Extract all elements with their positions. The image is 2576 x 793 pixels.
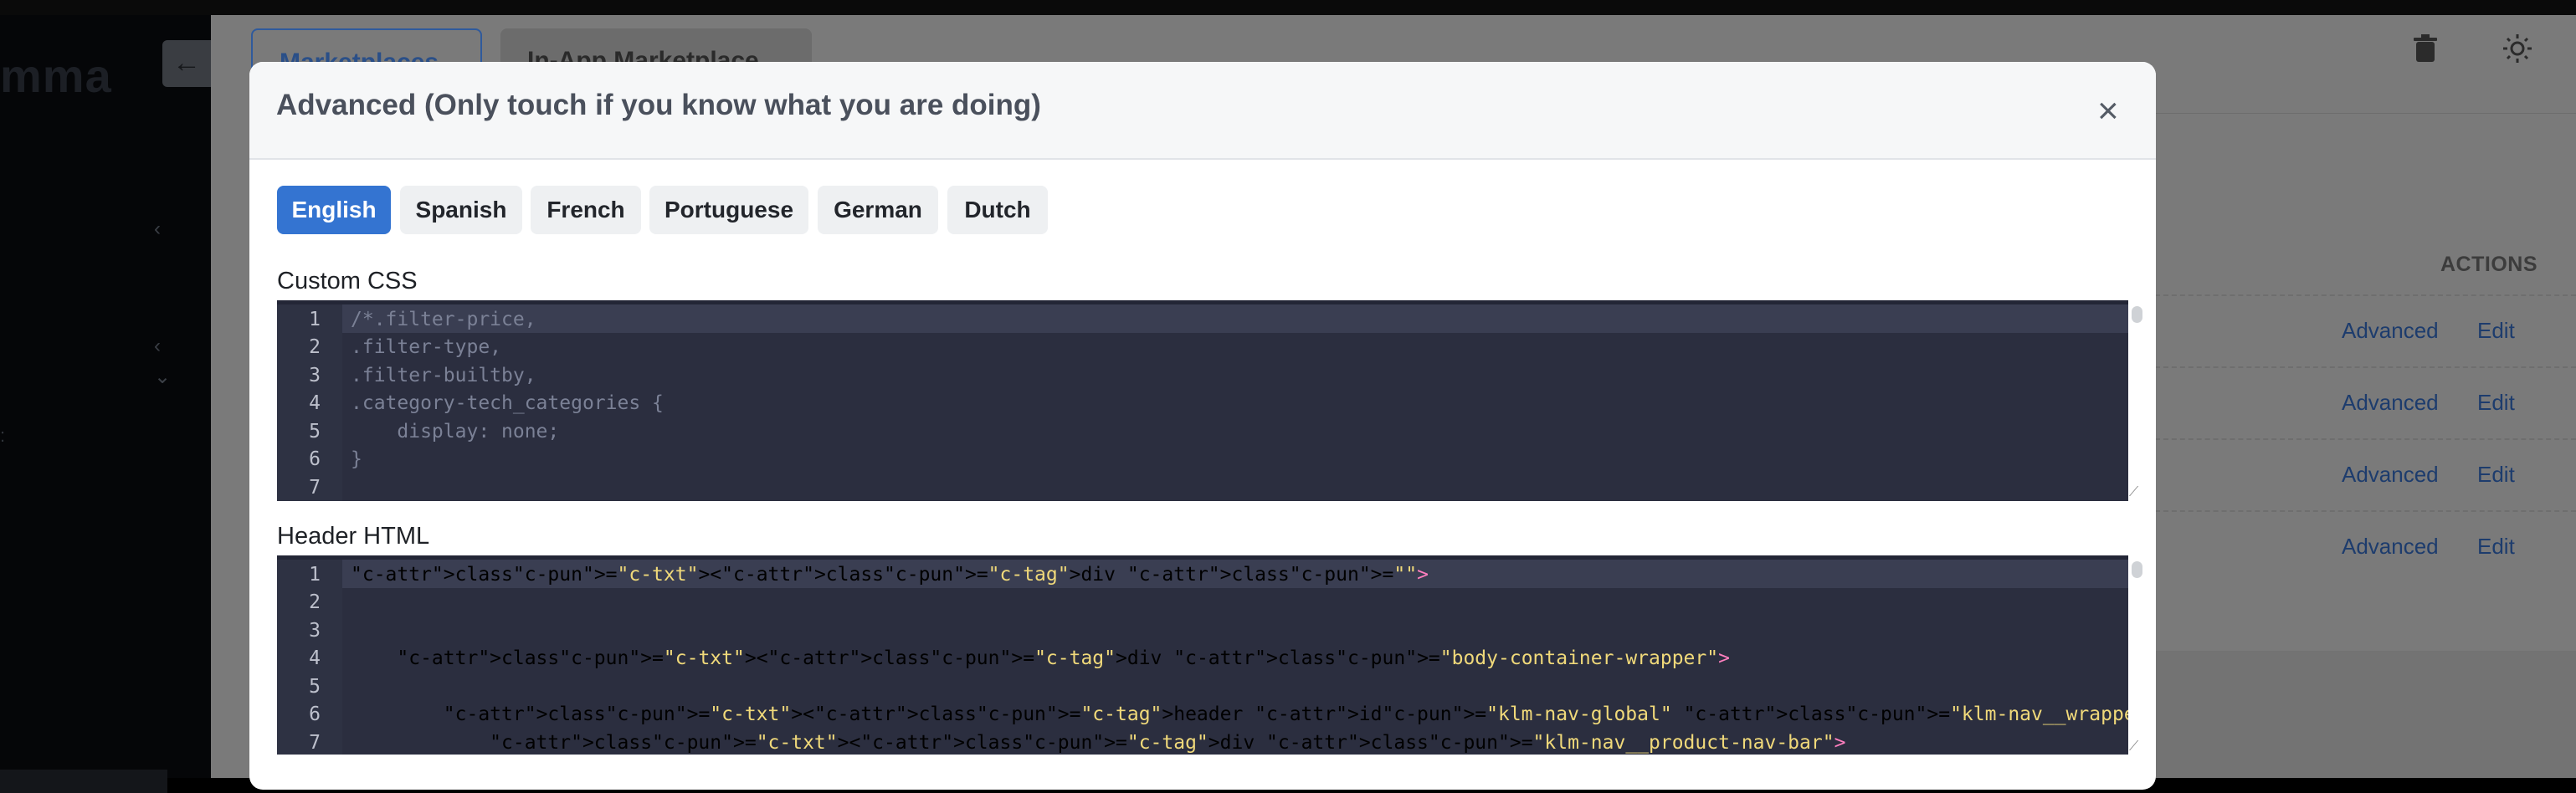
code-line: /*.filter-price, [351,309,536,330]
line-number: 6 [309,448,321,470]
line-number: 1 [309,564,321,586]
line-number: 3 [309,365,321,386]
edit-link[interactable]: Edit [2477,462,2515,488]
sidebar-item-marker: : [0,425,6,446]
line-number: 4 [309,647,321,669]
trash-icon[interactable] [2410,33,2440,64]
modal-title: Advanced (Only touch if you know what yo… [276,89,1041,121]
line-number: 3 [309,620,321,642]
row-divider [2155,366,2576,368]
active-line-highlight [277,304,2128,333]
header-html-editor[interactable]: 1 2 3 4 5 6 7 "c-attr">class"c-pun">="c-… [277,555,2128,755]
advanced-modal: Advanced (Only touch if you know what yo… [249,62,2156,790]
sidebar-footer [0,770,167,793]
edit-link[interactable]: Edit [2477,318,2515,344]
code-line: "c-attr">class"c-pun">="c-txt"><"c-attr"… [443,703,2128,725]
chevron-down-icon[interactable]: ⌄ [154,365,171,389]
tab-french[interactable]: French [531,186,641,234]
tab-english[interactable]: English [277,186,391,234]
css-editor-scrollbar[interactable] [2128,300,2145,501]
code-line: "c-attr">class"c-pun">="c-txt"><"c-attr"… [397,647,1730,669]
line-number: 2 [309,591,321,613]
advanced-link[interactable]: Advanced [2342,318,2439,344]
close-icon[interactable]: × [2097,90,2119,132]
custom-css-editor[interactable]: 1 2 3 4 5 6 7 /*.filter-price, .filter-t… [277,300,2128,501]
line-number: 5 [309,676,321,698]
advanced-link[interactable]: Advanced [2342,462,2439,488]
code-line: "c-attr">class"c-pun">="c-txt"><"c-attr"… [351,564,1429,586]
custom-css-label: Custom CSS [277,268,418,294]
tab-portuguese[interactable]: Portuguese [649,186,808,234]
advanced-link[interactable]: Advanced [2342,534,2439,560]
row-divider [2155,294,2576,296]
row-divider [2155,510,2576,512]
chevron-left-icon[interactable]: ‹ [154,335,161,358]
code-line: .filter-builtby, [351,365,536,386]
line-number: 6 [309,703,321,725]
html-editor-scrollbar[interactable] [2128,555,2145,755]
line-number: 4 [309,392,321,414]
code-line: } [351,448,362,470]
code-line: display: none; [351,421,560,443]
arrow-left-icon[interactable]: ← [162,40,211,87]
tab-dutch[interactable]: Dutch [947,186,1048,234]
brand-logo-text: mma [0,49,112,102]
code-line: .filter-type, [351,336,502,358]
table-footer-area [2155,651,2576,778]
actions-column-header: ACTIONS [2440,253,2538,276]
line-number: 2 [309,336,321,358]
resize-handle-icon[interactable]: ⟋ [2129,739,2141,754]
tab-spanish[interactable]: Spanish [400,186,522,234]
edit-link[interactable]: Edit [2477,534,2515,560]
line-number: 5 [309,421,321,443]
resize-handle-icon[interactable]: ⟋ [2129,485,2141,499]
sidebar: mma ‹ ‹ ⌄ : [0,15,211,793]
header-divider [2155,113,2576,114]
top-strip [0,0,2576,15]
sun-icon[interactable] [2502,33,2532,64]
chevron-left-icon[interactable]: ‹ [154,217,161,241]
modal-header: Advanced (Only touch if you know what yo… [249,62,2156,160]
header-html-label: Header HTML [277,523,430,550]
edit-link[interactable]: Edit [2477,390,2515,416]
row-divider [2155,438,2576,440]
line-number: 7 [309,732,321,754]
advanced-link[interactable]: Advanced [2342,390,2439,416]
tab-german[interactable]: German [818,186,938,234]
line-number: 1 [309,309,321,330]
line-number: 7 [309,477,321,499]
code-line: .category-tech_categories { [351,392,664,414]
code-line: "c-attr">class"c-pun">="c-txt"><"c-attr"… [490,732,1846,754]
